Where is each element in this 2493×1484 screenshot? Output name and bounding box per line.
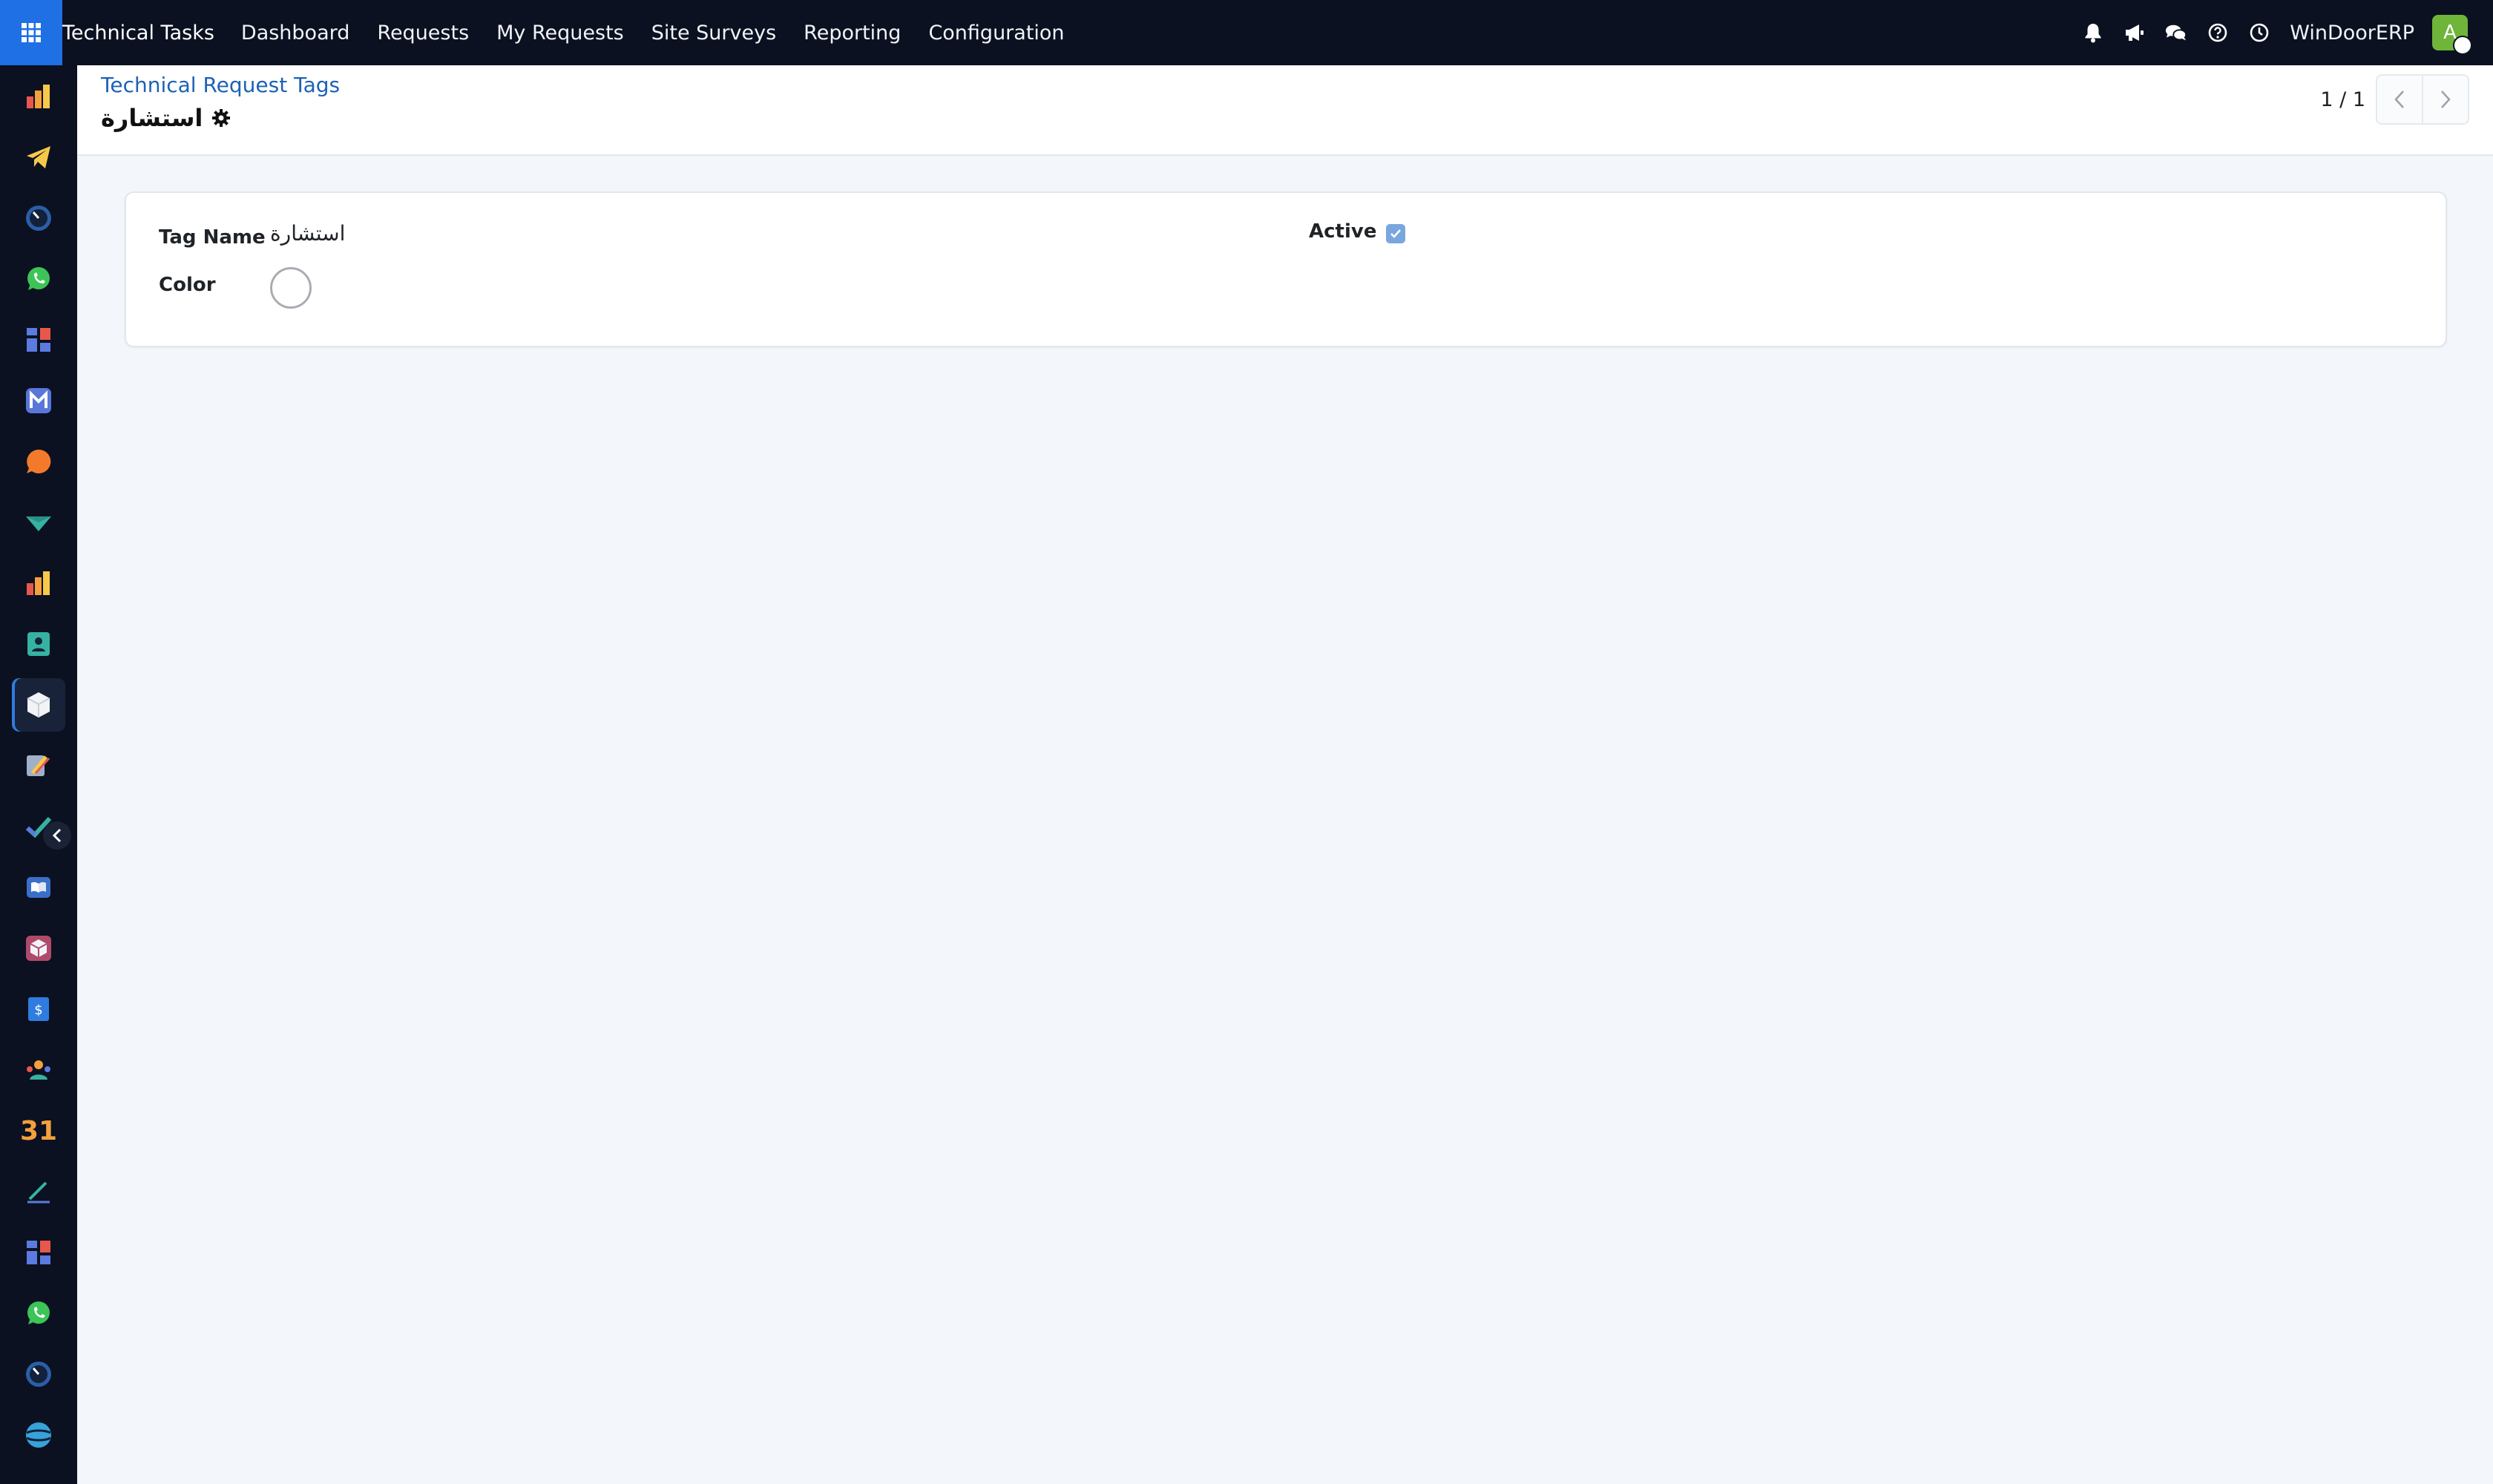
pager-previous-button[interactable] (2376, 74, 2423, 125)
employees-icon (27, 1060, 50, 1080)
top-navbar: Technical Tasks Dashboard Requests My Re… (0, 0, 2493, 65)
sidebar-app-website[interactable] (12, 1408, 65, 1462)
mail-icon (26, 388, 51, 413)
invoicing-icon: $ (28, 997, 49, 1021)
inventory-box-icon (26, 936, 51, 961)
sidebar-app-sign[interactable] (12, 1165, 65, 1218)
contacts-icon (27, 632, 50, 656)
logistics-icon (26, 516, 51, 531)
sidebar-app-dashboard-2[interactable] (12, 1347, 65, 1401)
active-checkbox[interactable] (1386, 224, 1405, 243)
pager-next-button[interactable] (2423, 74, 2469, 125)
control-panel: Technical Request Tags استشارة 1 / 1 (77, 65, 2493, 156)
menu-my-requests[interactable]: My Requests (496, 22, 624, 45)
sidebar-app-technical-tasks[interactable] (12, 678, 65, 732)
sidebar-app-inventory[interactable] (12, 922, 65, 975)
megaphone-icon[interactable] (2124, 22, 2146, 44)
analytics-icon (27, 85, 50, 108)
dashboard-gauge-icon (26, 206, 51, 231)
blocks-icon-2 (27, 1241, 50, 1264)
whatsapp-icon (27, 267, 50, 290)
sign-icon (27, 1181, 50, 1204)
tag-name-field[interactable]: استشارة (270, 221, 345, 246)
sidebar-app-dashboard[interactable] (12, 191, 65, 245)
presence-indicator (2453, 36, 2472, 55)
sidebar-app-discuss[interactable] (12, 435, 65, 488)
bell-icon[interactable] (2082, 22, 2104, 44)
pager: 1 / 1 (2320, 74, 2469, 125)
form-sheet: Tag Name استشارة Color Active (125, 191, 2447, 347)
sidebar-app-employees[interactable] (12, 1043, 65, 1097)
chevron-left-icon (52, 828, 62, 843)
gear-icon[interactable] (211, 108, 231, 128)
knowledge-icon (27, 877, 50, 898)
sidebar-app-whatsapp-2[interactable] (12, 1287, 65, 1340)
sidebar-app-blocks-2[interactable] (12, 1226, 65, 1279)
app-name[interactable]: Technical Tasks (62, 22, 214, 45)
company-switcher[interactable]: WinDoorERP (2290, 22, 2414, 45)
color-picker[interactable] (270, 267, 312, 309)
analytics-icon-2 (27, 571, 50, 595)
sidebar-app-calendar[interactable]: 31 (12, 1104, 65, 1158)
sidebar-app-spreadsheet[interactable] (12, 739, 65, 792)
sidebar-app-telegram[interactable] (12, 131, 65, 184)
technical-tasks-icon (27, 692, 50, 718)
website-icon (26, 1422, 51, 1448)
spreadsheet-icon (27, 755, 50, 776)
menu-site-surveys[interactable]: Site Surveys (651, 22, 776, 45)
sidebar-app-analytics-2[interactable] (12, 556, 65, 610)
apps-menu-button[interactable] (0, 0, 62, 65)
whatsapp-icon-2 (27, 1301, 50, 1324)
menu-requests[interactable]: Requests (377, 22, 469, 45)
tag-name-label: Tag Name (159, 226, 266, 249)
active-label: Active (1309, 220, 1377, 243)
sidebar-app-analytics[interactable] (12, 70, 65, 123)
discuss-bubble-icon (27, 449, 51, 473)
systray: WinDoorERP A (2082, 0, 2493, 65)
dashboard-gauge-icon-2 (26, 1362, 51, 1387)
chevron-right-icon (2441, 91, 2451, 108)
blocks-icon (27, 328, 50, 352)
sidebar-app-mail[interactable] (12, 374, 65, 427)
telegram-icon (27, 146, 50, 168)
sidebar-app-invoicing[interactable]: $ (12, 982, 65, 1036)
chat-icon[interactable] (2165, 22, 2187, 44)
record-title-row: استشارة (101, 104, 231, 132)
color-label: Color (159, 274, 216, 296)
calendar-icon: 31 (19, 1115, 58, 1146)
sidebar-app-blocks[interactable] (12, 313, 65, 367)
menu-reporting[interactable]: Reporting (804, 22, 901, 45)
sidebar-collapse-button[interactable] (43, 821, 71, 850)
svg-text:$: $ (34, 1002, 42, 1018)
menu-dashboard[interactable]: Dashboard (241, 22, 349, 45)
menu-configuration[interactable]: Configuration (928, 22, 1064, 45)
grid-icon (22, 23, 41, 42)
pager-value[interactable]: 1 / 1 (2320, 88, 2365, 111)
sidebar-app-knowledge[interactable] (12, 861, 65, 914)
sidebar-app-contacts[interactable] (12, 617, 65, 671)
main-menu: Dashboard Requests My Requests Site Surv… (241, 22, 1092, 45)
user-avatar[interactable]: A (2432, 15, 2472, 55)
checkmark-icon (1390, 229, 1401, 238)
page-title: استشارة (101, 104, 203, 132)
app-sidebar: $ 31 (0, 65, 77, 1484)
help-icon[interactable] (2207, 22, 2229, 44)
sidebar-app-logistics[interactable] (12, 496, 65, 549)
clock-icon[interactable] (2248, 22, 2270, 44)
breadcrumb[interactable]: Technical Request Tags (101, 73, 340, 97)
sidebar-app-whatsapp[interactable] (12, 252, 65, 306)
chevron-left-icon (2394, 91, 2404, 108)
